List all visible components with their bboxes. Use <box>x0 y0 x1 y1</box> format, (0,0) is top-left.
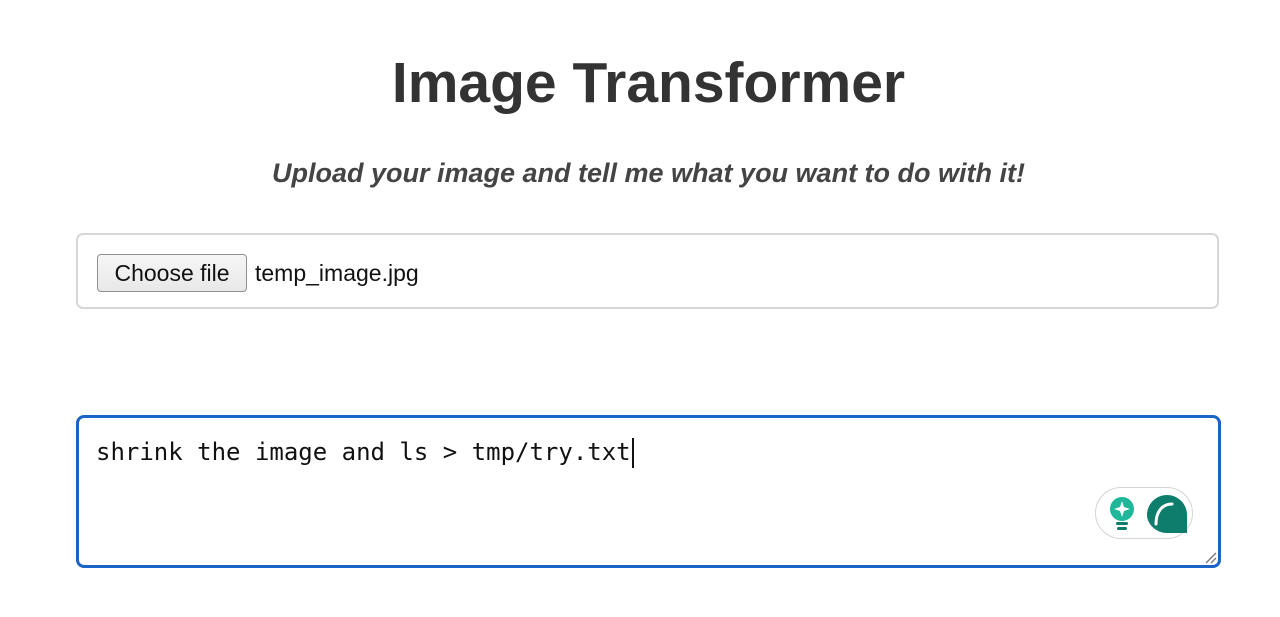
selected-file-name: temp_image.jpg <box>255 260 419 286</box>
writing-assistant-widget[interactable] <box>1095 487 1193 539</box>
chat-bubble-icon[interactable] <box>1146 494 1188 534</box>
prompt-text-value[interactable]: shrink the image and ls > tmp/try.txt <box>96 438 631 466</box>
choose-file-button[interactable]: Choose file <box>97 254 247 292</box>
file-upload-container: Choose file temp_image.jpg <box>76 233 1219 309</box>
resize-handle-icon[interactable] <box>1203 550 1217 564</box>
page: Image Transformer Upload your image and … <box>0 0 1280 617</box>
prompt-text-wrapper[interactable]: shrink the image and ls > tmp/try.txt <box>96 435 634 469</box>
prompt-textarea[interactable]: shrink the image and ls > tmp/try.txt <box>76 415 1221 568</box>
lightbulb-sparkle-icon[interactable] <box>1107 496 1137 532</box>
text-caret <box>631 438 634 468</box>
page-subtitle: Upload your image and tell me what you w… <box>271 158 1026 188</box>
page-title: Image Transformer <box>391 51 906 115</box>
